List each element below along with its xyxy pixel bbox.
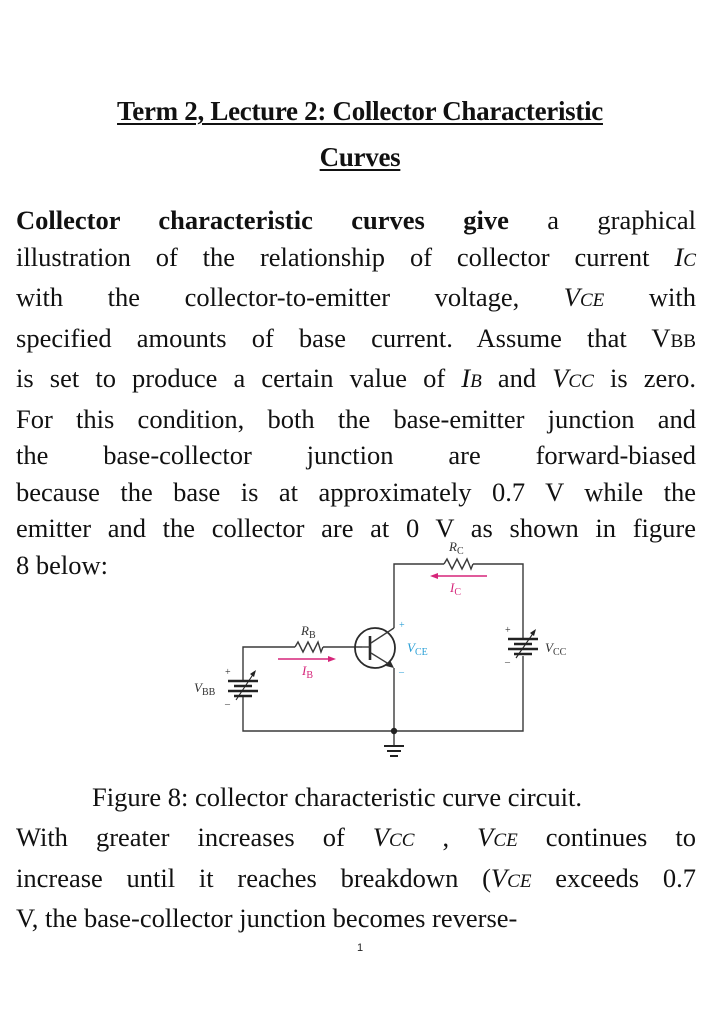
label-vbb-plus: + — [225, 667, 231, 678]
text-run: continues to — [517, 822, 696, 852]
label-vce-plus: + — [399, 620, 405, 631]
page-number: 1 — [356, 942, 364, 954]
figure-caption: Figure 8: collector characteristic curve… — [92, 782, 583, 812]
label-vbb-minus: – — [224, 699, 231, 710]
label-vcc-plus: + — [505, 625, 511, 636]
ic-current-arrow — [430, 573, 487, 579]
paragraph-breakdown: With greater increases of VCC , VCE cont… — [16, 819, 696, 937]
label-vce: VCE — [407, 640, 428, 658]
wire-collector-top — [393, 563, 524, 638]
paragraph-line: increase until it reaches breakdown (VCE… — [16, 860, 696, 901]
label-rb: RB — [300, 623, 316, 641]
label-ic: IC — [449, 580, 461, 598]
ib-current-arrow — [278, 656, 336, 662]
paragraph-line: With greater increases of VCC , VCE cont… — [16, 819, 696, 860]
label-vbb: VBB — [194, 680, 216, 698]
label-vcc-minus: – — [504, 657, 511, 668]
paragraph-line: V, the base-collector junction becomes r… — [16, 903, 518, 933]
text-run: exceeds 0.7 — [531, 862, 696, 893]
label-vcc: VCC — [545, 640, 567, 658]
text-run: increase until it reaches breakdown ( — [16, 862, 491, 893]
ground-icon — [384, 745, 404, 757]
text-run: With greater increases of — [16, 822, 373, 852]
npn-transistor-icon — [354, 627, 396, 669]
label-ib: IB — [301, 663, 313, 681]
symbol-vce: VCE — [490, 862, 532, 893]
resistor-rc — [443, 557, 474, 571]
label-rc: RC — [448, 539, 464, 557]
label-vce-minus: – — [398, 667, 405, 678]
symbol-vce: VCE — [477, 822, 518, 852]
symbol-vcc: VCC — [372, 822, 415, 852]
resistor-rb — [294, 640, 324, 655]
junction-node — [390, 727, 398, 735]
text-run: , — [414, 822, 478, 852]
